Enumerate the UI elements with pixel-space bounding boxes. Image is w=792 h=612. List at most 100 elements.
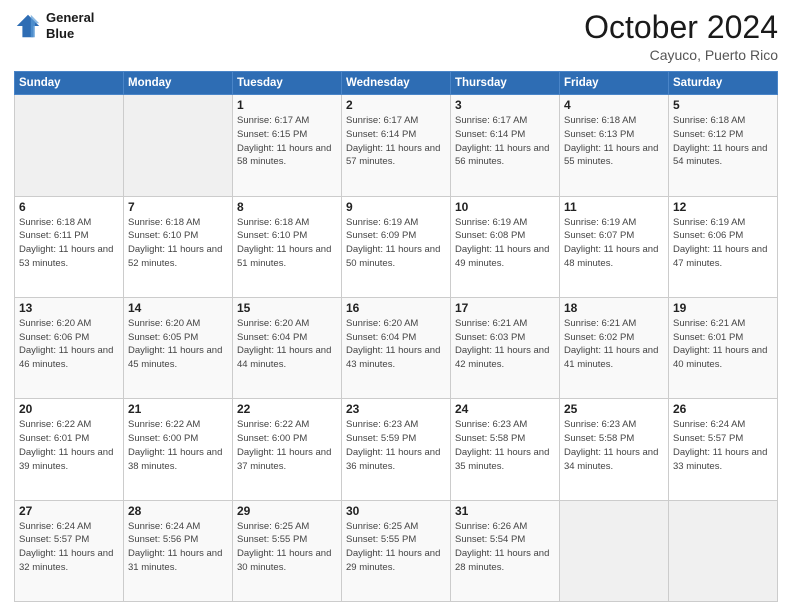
- day-number: 14: [128, 301, 228, 315]
- calendar-day-cell: 20 Sunrise: 6:22 AMSunset: 6:01 PMDaylig…: [15, 399, 124, 500]
- day-detail: Sunrise: 6:24 AMSunset: 5:56 PMDaylight:…: [128, 520, 228, 575]
- calendar-day-cell: 31 Sunrise: 6:26 AMSunset: 5:54 PMDaylig…: [451, 500, 560, 601]
- day-detail: Sunrise: 6:26 AMSunset: 5:54 PMDaylight:…: [455, 520, 555, 575]
- main-container: General Blue October 2024 Cayuco, Puerto…: [0, 0, 792, 612]
- calendar-day-cell: 8 Sunrise: 6:18 AMSunset: 6:10 PMDayligh…: [233, 196, 342, 297]
- day-number: 7: [128, 200, 228, 214]
- day-detail: Sunrise: 6:18 AMSunset: 6:10 PMDaylight:…: [237, 216, 337, 271]
- calendar-day-cell: 1 Sunrise: 6:17 AMSunset: 6:15 PMDayligh…: [233, 95, 342, 196]
- calendar-day-cell: 9 Sunrise: 6:19 AMSunset: 6:09 PMDayligh…: [342, 196, 451, 297]
- day-detail: Sunrise: 6:18 AMSunset: 6:11 PMDaylight:…: [19, 216, 119, 271]
- title-area: October 2024 Cayuco, Puerto Rico: [584, 10, 778, 63]
- calendar-day-cell: 15 Sunrise: 6:20 AMSunset: 6:04 PMDaylig…: [233, 297, 342, 398]
- day-number: 16: [346, 301, 446, 315]
- calendar-day-cell: [669, 500, 778, 601]
- day-number: 17: [455, 301, 555, 315]
- header: General Blue October 2024 Cayuco, Puerto…: [14, 10, 778, 63]
- day-number: 12: [673, 200, 773, 214]
- calendar-day-cell: 17 Sunrise: 6:21 AMSunset: 6:03 PMDaylig…: [451, 297, 560, 398]
- day-number: 19: [673, 301, 773, 315]
- day-number: 11: [564, 200, 664, 214]
- day-detail: Sunrise: 6:25 AMSunset: 5:55 PMDaylight:…: [237, 520, 337, 575]
- calendar-week-row: 13 Sunrise: 6:20 AMSunset: 6:06 PMDaylig…: [15, 297, 778, 398]
- weekday-header: Friday: [560, 72, 669, 95]
- calendar-day-cell: 21 Sunrise: 6:22 AMSunset: 6:00 PMDaylig…: [124, 399, 233, 500]
- day-detail: Sunrise: 6:21 AMSunset: 6:02 PMDaylight:…: [564, 317, 664, 372]
- calendar-header: SundayMondayTuesdayWednesdayThursdayFrid…: [15, 72, 778, 95]
- day-detail: Sunrise: 6:23 AMSunset: 5:58 PMDaylight:…: [564, 418, 664, 473]
- calendar-day-cell: 6 Sunrise: 6:18 AMSunset: 6:11 PMDayligh…: [15, 196, 124, 297]
- day-detail: Sunrise: 6:19 AMSunset: 6:08 PMDaylight:…: [455, 216, 555, 271]
- calendar-day-cell: 3 Sunrise: 6:17 AMSunset: 6:14 PMDayligh…: [451, 95, 560, 196]
- day-detail: Sunrise: 6:22 AMSunset: 6:00 PMDaylight:…: [128, 418, 228, 473]
- day-detail: Sunrise: 6:25 AMSunset: 5:55 PMDaylight:…: [346, 520, 446, 575]
- day-detail: Sunrise: 6:17 AMSunset: 6:14 PMDaylight:…: [455, 114, 555, 169]
- day-number: 18: [564, 301, 664, 315]
- calendar-day-cell: 28 Sunrise: 6:24 AMSunset: 5:56 PMDaylig…: [124, 500, 233, 601]
- calendar-day-cell: 2 Sunrise: 6:17 AMSunset: 6:14 PMDayligh…: [342, 95, 451, 196]
- calendar-day-cell: [15, 95, 124, 196]
- day-number: 5: [673, 98, 773, 112]
- calendar-table: SundayMondayTuesdayWednesdayThursdayFrid…: [14, 71, 778, 602]
- day-number: 13: [19, 301, 119, 315]
- day-detail: Sunrise: 6:23 AMSunset: 5:58 PMDaylight:…: [455, 418, 555, 473]
- day-number: 29: [237, 504, 337, 518]
- logo: General Blue: [14, 10, 94, 41]
- day-number: 24: [455, 402, 555, 416]
- day-detail: Sunrise: 6:21 AMSunset: 6:01 PMDaylight:…: [673, 317, 773, 372]
- day-detail: Sunrise: 6:20 AMSunset: 6:04 PMDaylight:…: [237, 317, 337, 372]
- calendar-day-cell: 26 Sunrise: 6:24 AMSunset: 5:57 PMDaylig…: [669, 399, 778, 500]
- calendar-day-cell: 30 Sunrise: 6:25 AMSunset: 5:55 PMDaylig…: [342, 500, 451, 601]
- calendar-day-cell: 7 Sunrise: 6:18 AMSunset: 6:10 PMDayligh…: [124, 196, 233, 297]
- calendar-day-cell: 19 Sunrise: 6:21 AMSunset: 6:01 PMDaylig…: [669, 297, 778, 398]
- weekday-header: Wednesday: [342, 72, 451, 95]
- day-detail: Sunrise: 6:20 AMSunset: 6:06 PMDaylight:…: [19, 317, 119, 372]
- day-detail: Sunrise: 6:24 AMSunset: 5:57 PMDaylight:…: [19, 520, 119, 575]
- day-detail: Sunrise: 6:22 AMSunset: 6:00 PMDaylight:…: [237, 418, 337, 473]
- day-number: 25: [564, 402, 664, 416]
- day-detail: Sunrise: 6:18 AMSunset: 6:13 PMDaylight:…: [564, 114, 664, 169]
- day-number: 22: [237, 402, 337, 416]
- weekday-header: Sunday: [15, 72, 124, 95]
- calendar-day-cell: 12 Sunrise: 6:19 AMSunset: 6:06 PMDaylig…: [669, 196, 778, 297]
- weekday-header: Tuesday: [233, 72, 342, 95]
- weekday-header: Saturday: [669, 72, 778, 95]
- weekday-header: Monday: [124, 72, 233, 95]
- day-number: 3: [455, 98, 555, 112]
- calendar-day-cell: 24 Sunrise: 6:23 AMSunset: 5:58 PMDaylig…: [451, 399, 560, 500]
- calendar-week-row: 20 Sunrise: 6:22 AMSunset: 6:01 PMDaylig…: [15, 399, 778, 500]
- calendar-day-cell: 4 Sunrise: 6:18 AMSunset: 6:13 PMDayligh…: [560, 95, 669, 196]
- day-number: 4: [564, 98, 664, 112]
- day-detail: Sunrise: 6:24 AMSunset: 5:57 PMDaylight:…: [673, 418, 773, 473]
- month-title: October 2024: [584, 10, 778, 45]
- day-detail: Sunrise: 6:17 AMSunset: 6:15 PMDaylight:…: [237, 114, 337, 169]
- calendar-day-cell: 27 Sunrise: 6:24 AMSunset: 5:57 PMDaylig…: [15, 500, 124, 601]
- day-detail: Sunrise: 6:21 AMSunset: 6:03 PMDaylight:…: [455, 317, 555, 372]
- day-number: 23: [346, 402, 446, 416]
- location: Cayuco, Puerto Rico: [584, 47, 778, 63]
- day-number: 28: [128, 504, 228, 518]
- day-number: 30: [346, 504, 446, 518]
- weekday-header: Thursday: [451, 72, 560, 95]
- calendar-day-cell: 25 Sunrise: 6:23 AMSunset: 5:58 PMDaylig…: [560, 399, 669, 500]
- day-detail: Sunrise: 6:23 AMSunset: 5:59 PMDaylight:…: [346, 418, 446, 473]
- day-number: 20: [19, 402, 119, 416]
- calendar-day-cell: 11 Sunrise: 6:19 AMSunset: 6:07 PMDaylig…: [560, 196, 669, 297]
- day-number: 9: [346, 200, 446, 214]
- day-number: 21: [128, 402, 228, 416]
- calendar-week-row: 27 Sunrise: 6:24 AMSunset: 5:57 PMDaylig…: [15, 500, 778, 601]
- day-number: 8: [237, 200, 337, 214]
- calendar-day-cell: 22 Sunrise: 6:22 AMSunset: 6:00 PMDaylig…: [233, 399, 342, 500]
- day-detail: Sunrise: 6:20 AMSunset: 6:04 PMDaylight:…: [346, 317, 446, 372]
- calendar-day-cell: 16 Sunrise: 6:20 AMSunset: 6:04 PMDaylig…: [342, 297, 451, 398]
- day-detail: Sunrise: 6:18 AMSunset: 6:12 PMDaylight:…: [673, 114, 773, 169]
- day-detail: Sunrise: 6:20 AMSunset: 6:05 PMDaylight:…: [128, 317, 228, 372]
- calendar-day-cell: 18 Sunrise: 6:21 AMSunset: 6:02 PMDaylig…: [560, 297, 669, 398]
- day-number: 26: [673, 402, 773, 416]
- day-number: 27: [19, 504, 119, 518]
- calendar-day-cell: 29 Sunrise: 6:25 AMSunset: 5:55 PMDaylig…: [233, 500, 342, 601]
- calendar-week-row: 1 Sunrise: 6:17 AMSunset: 6:15 PMDayligh…: [15, 95, 778, 196]
- day-number: 10: [455, 200, 555, 214]
- day-number: 6: [19, 200, 119, 214]
- day-number: 2: [346, 98, 446, 112]
